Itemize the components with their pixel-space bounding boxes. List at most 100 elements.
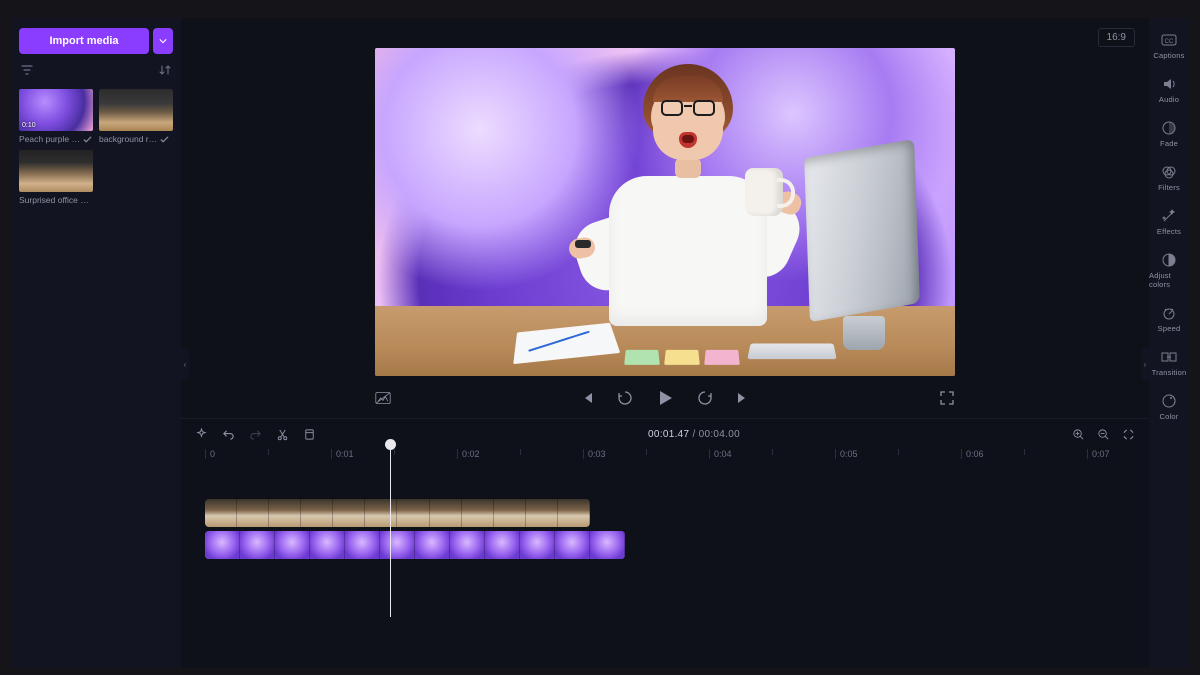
clip-frame [590,531,625,559]
timeline-clip[interactable] [205,531,625,559]
timeline-panel: 00:01.47 / 00:04.00 00:010:020:030:040:0… [181,418,1149,668]
clip-frame [380,531,415,559]
aspect-ratio-selector[interactable]: 16:9 [1098,28,1135,47]
captions-icon: CC [1161,32,1177,48]
ruler-major-tick: 0:05 [835,449,858,459]
undo-button[interactable] [222,428,235,441]
clip-frame [430,499,462,527]
prop-speed[interactable]: Speed [1149,305,1189,333]
effects-icon [1161,208,1177,224]
prop-fade[interactable]: Fade [1149,120,1189,148]
prop-label: Audio [1159,95,1179,104]
thumbnail-label: Surprised office … [19,195,89,205]
prop-label: Captions [1153,51,1184,60]
ruler-major-tick: 0:04 [709,449,732,459]
ruler-minor-tick [520,449,521,455]
zoom-in-button[interactable] [1072,428,1085,441]
timeline-ruler[interactable]: 00:010:020:030:040:050:060:07 [205,449,1125,473]
timeline-tracks [205,499,1125,559]
split-button[interactable] [276,428,289,441]
clip-frame [485,531,520,559]
audio-icon [1161,76,1177,92]
ruler-major-tick: 0 [205,449,215,459]
prop-label: Fade [1160,139,1178,148]
ruler-minor-tick [898,449,899,455]
clip-frame [269,499,301,527]
filter-icon[interactable] [21,64,33,79]
ruler-major-tick: 0:06 [961,449,984,459]
clip-frame [462,499,494,527]
ruler-minor-tick [772,449,773,455]
ruler-major-tick: 0:07 [1087,449,1110,459]
clip-frame [558,499,590,527]
media-thumbnail-grid: 0:10 Peach purple … background r… Surpri… [19,89,173,205]
properties-rail: CC Captions Audio Fade Filters Effects Adjust … [1149,18,1189,668]
play-button[interactable] [655,388,675,408]
thumbnail-duration: 0:10 [22,122,36,129]
playback-controls [375,388,955,408]
clip-frame [205,499,237,527]
preview-zone: 16:9 ⌄ [181,18,1149,418]
prop-filters[interactable]: Filters [1149,164,1189,192]
media-thumbnail[interactable]: background r… [99,89,173,144]
prop-label: Transition [1152,368,1187,377]
media-thumbnail[interactable]: 0:10 Peach purple … [19,89,93,144]
prop-label: Adjust colors [1149,271,1189,289]
redo-button[interactable] [249,428,262,441]
clip-frame [205,531,240,559]
clip-frame [526,499,558,527]
speed-icon [1161,305,1177,321]
import-media-dropdown[interactable] [153,28,173,54]
preview-canvas[interactable] [375,48,955,376]
crop-button[interactable] [303,428,316,441]
collapse-properties-rail-button[interactable]: › [1141,348,1149,380]
playhead[interactable] [390,447,391,617]
thumbnail-image [99,89,173,131]
prop-adjust[interactable]: Adjust colors [1149,252,1189,289]
ruler-minor-tick [394,449,395,455]
clip-frame [237,499,269,527]
prop-audio[interactable]: Audio [1149,76,1189,104]
remove-background-icon[interactable] [375,390,391,406]
step-back-button[interactable] [617,390,633,406]
sort-icon[interactable] [159,64,171,79]
clip-frame [275,531,310,559]
preview-sticky-note [624,350,660,365]
adjust-icon [1161,252,1177,268]
fullscreen-button[interactable] [939,390,955,406]
step-forward-button[interactable] [697,390,713,406]
zoom-fit-button[interactable] [1122,428,1135,441]
ruler-minor-tick [268,449,269,455]
chevron-down-icon [159,38,167,44]
clip-frame [494,499,526,527]
magic-button[interactable] [195,428,208,441]
prop-captions[interactable]: CC Captions [1149,32,1189,60]
svg-text:CC: CC [1165,39,1174,45]
skip-start-button[interactable] [579,390,595,406]
ruler-minor-tick [646,449,647,455]
zoom-out-button[interactable] [1097,428,1110,441]
clip-frame [240,531,275,559]
clip-frame [301,499,333,527]
import-media-button[interactable]: Import media [19,28,149,54]
preview-sticky-note [664,350,700,365]
timeline-clip[interactable] [205,499,590,527]
color-icon [1161,393,1177,409]
skip-end-button[interactable] [735,390,751,406]
prop-color[interactable]: Color [1149,393,1189,421]
clip-frame [397,499,429,527]
media-thumbnail[interactable]: Surprised office … [19,150,93,205]
ruler-minor-tick [1024,449,1025,455]
preview-sticky-note [704,350,740,365]
clip-frame [333,499,365,527]
clip-frame [450,531,485,559]
timeline-timecode: 00:01.47 / 00:04.00 [648,429,740,440]
prop-transition[interactable]: Transition [1149,349,1189,377]
prop-label: Speed [1158,324,1181,333]
prop-effects[interactable]: Effects [1149,208,1189,236]
video-editor-app: Import media 0:10 Peach purple … backgro… [11,18,1189,668]
preview-monitor [807,148,937,348]
clip-frame [555,531,590,559]
check-icon [83,135,92,144]
clip-frame [415,531,450,559]
